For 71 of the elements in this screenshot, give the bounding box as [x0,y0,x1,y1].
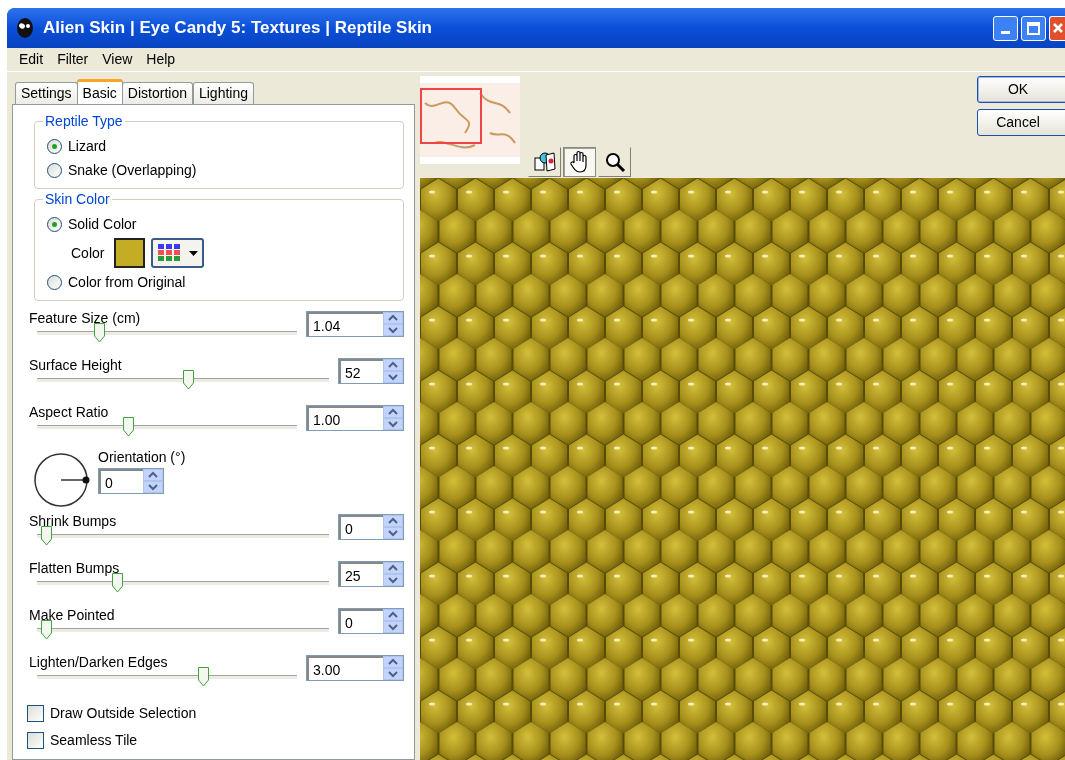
maximize-button[interactable] [1021,15,1046,41]
orientation-dial[interactable] [32,450,92,510]
caret-icon [189,250,199,256]
number-spinbox[interactable]: 52 [338,358,404,384]
radio-label: Lizard [68,136,107,156]
slider-label: Feature Size (cm) [29,309,142,328]
color-grid-icon [157,243,182,263]
radio-button[interactable] [47,216,62,232]
close-icon [1052,22,1064,34]
menu-item[interactable]: Filter [57,49,89,70]
number-spinbox[interactable]: 1.00 [306,405,404,431]
maximize-icon [1027,21,1040,35]
number-spinbox[interactable]: 0 [338,608,404,634]
compare-icon [532,151,557,173]
tab[interactable]: Settings [15,82,78,104]
checkbox-label: Draw Outside Selection [50,704,197,723]
minimize-button[interactable] [993,15,1018,41]
dialog-button[interactable]: Cancel [977,109,1065,136]
checkbox[interactable] [27,705,44,722]
radio-button[interactable] [47,162,62,178]
checkbox-label: Seamless Tile [50,731,138,750]
menu-item[interactable]: Help [146,49,176,70]
color-picker-button[interactable] [151,238,205,268]
view-frame[interactable] [420,88,482,144]
orientation-label: Orientation (°) [98,448,186,466]
radio-label: Color from Original [68,272,186,292]
tab[interactable]: Lighting [192,82,254,104]
spin-arrows-icon[interactable] [383,406,403,430]
close-button[interactable] [1049,15,1065,41]
spin-arrows-icon[interactable] [383,609,403,633]
tab[interactable]: Basic [76,79,123,104]
menu-item[interactable]: Edit [19,49,44,70]
slider-thumb[interactable] [94,323,105,343]
number-spinbox[interactable]: 1.04 [306,311,404,337]
slider-label: Surface Height [29,356,123,375]
spin-arrows-icon[interactable] [383,656,403,680]
slider-label: Flatten Bumps [29,559,121,578]
slider-thumb[interactable] [41,620,52,640]
checkbox[interactable] [27,732,44,749]
minimize-icon [1001,30,1010,34]
color-label: Color [71,243,105,263]
spin-arrows-icon[interactable] [383,562,403,586]
window-title: Alien Skin | Eye Candy 5: Textures | Reptile Skin [43,17,432,40]
color-swatch[interactable] [114,238,146,268]
slider-thumb[interactable] [122,417,134,437]
spin-arrows-icon[interactable] [143,469,163,493]
tool-button[interactable] [563,147,596,177]
radio-button[interactable] [47,274,62,290]
app-logo-icon [15,17,35,39]
tab[interactable]: Distortion [121,82,193,104]
slider-thumb[interactable] [197,667,209,687]
slider-thumb[interactable] [182,370,194,390]
slider-thumb[interactable] [41,526,52,546]
menu-item[interactable]: View [102,49,133,70]
slider-label: Lighten/Darken Edges [29,653,169,672]
spin-arrows-icon[interactable] [383,359,403,383]
number-spinbox[interactable]: 0 [98,468,164,494]
number-spinbox[interactable]: 25 [338,561,404,587]
spin-arrows-icon[interactable] [383,515,403,539]
radio-button[interactable] [47,138,62,154]
number-spinbox[interactable]: 0 [338,514,404,540]
radio-label: Snake (Overlapping) [68,160,197,180]
dialog-button[interactable]: OK [977,76,1065,103]
zoom-icon [603,151,626,173]
slider-label: Shrink Bumps [29,512,118,531]
slider-label: Make Pointed [29,606,116,625]
spin-arrows-icon[interactable] [383,312,403,336]
radio-label: Solid Color [68,214,137,234]
group-title: Reptile Type [43,112,125,130]
number-spinbox[interactable]: 3.00 [306,655,404,681]
slider-label: Aspect Ratio [29,403,110,422]
